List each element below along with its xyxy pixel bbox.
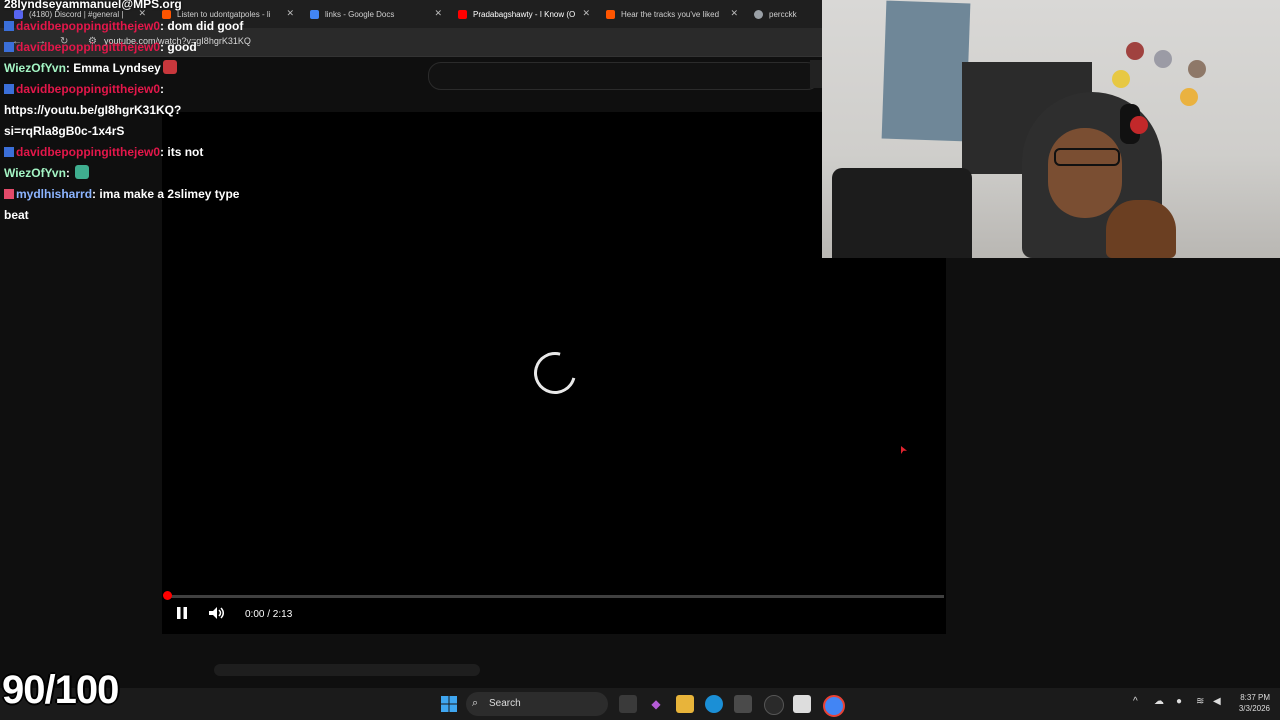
plush-toy <box>1112 70 1130 88</box>
youtube-icon <box>458 9 467 19</box>
tab-label: Pradabagshawty - I Know (O <box>473 9 576 19</box>
plush-toy <box>1188 60 1206 78</box>
tab-label: percckk <box>769 9 797 19</box>
chat-badge-icon <box>4 147 14 157</box>
wall-banner <box>881 0 971 142</box>
emote-icon <box>162 60 177 74</box>
chat-badge-icon <box>4 84 14 94</box>
chat-message: davidbepoppingitthejew0: <box>4 79 304 100</box>
close-icon[interactable]: ✕ <box>730 8 738 19</box>
chat-text: Emma Lyndsey <box>73 61 161 75</box>
chat-message: WiezOfYvn: <box>4 163 304 184</box>
speaker-icon[interactable]: ◀ <box>1213 696 1221 707</box>
score-overlay: 90/100 <box>2 668 119 712</box>
chat-username: davidbepoppingitthejew0 <box>16 40 161 54</box>
chat-text: good <box>167 40 197 54</box>
youtube-search-box[interactable] <box>428 62 820 90</box>
chat-text: its not <box>167 145 204 159</box>
chat-message: davidbepoppingitthejew0: its not <box>4 142 304 163</box>
webcam-feed <box>822 0 1280 258</box>
chevron-up-icon[interactable]: ^ <box>1133 696 1138 707</box>
cloud-icon[interactable]: ☁ <box>1154 696 1164 707</box>
tab-label: links - Google Docs <box>325 9 395 19</box>
close-icon[interactable]: ✕ <box>582 8 590 19</box>
youtube-search-button[interactable] <box>810 60 822 88</box>
task-view-icon[interactable] <box>619 695 637 713</box>
start-button[interactable] <box>440 695 458 713</box>
chat-message: WiezOfYvn: Emma Lyndsey <box>4 58 304 79</box>
chat-text: dom did goof <box>167 19 244 33</box>
tab-percckk[interactable]: percckk <box>754 4 818 24</box>
chat-message: davidbepoppingitthejew0: good <box>4 37 304 58</box>
plush-toy <box>1154 50 1172 68</box>
chat-username: mydlhisharrd <box>16 187 93 201</box>
youtube-chip-bar <box>214 664 480 676</box>
streamer-face <box>1048 128 1122 218</box>
chat-username: davidbepoppingitthejew0 <box>16 19 161 33</box>
copilot-icon[interactable]: ◆ <box>647 695 665 713</box>
emote-icon <box>75 165 90 179</box>
windows-logo-icon <box>441 696 457 712</box>
time-display: 0:00 / 2:13 <box>245 609 293 620</box>
google-docs-icon <box>310 9 319 19</box>
plush-toy <box>1180 88 1198 106</box>
volume-button[interactable] <box>208 606 226 623</box>
windows-taskbar: ⌕ Search ◆ ^ ☁ ● ≋ ◀ 8:37 PM 3/3/2026 <box>0 688 1280 720</box>
search-icon: ⌕ <box>472 697 479 709</box>
chat-badge-icon <box>4 21 14 31</box>
tab-google-docs[interactable]: links - Google Docs ✕ <box>310 4 442 24</box>
pause-button[interactable] <box>176 606 188 623</box>
volume-icon <box>209 607 224 619</box>
plush-toy <box>1130 116 1148 134</box>
tab-label: Hear the tracks you've liked <box>621 9 720 19</box>
chat-message-continuation: https://youtu.be/gI8hgrK31KQ? <box>4 103 182 117</box>
microphone-icon[interactable]: ● <box>1176 696 1182 707</box>
soundcloud-icon <box>606 9 615 19</box>
progress-bar[interactable] <box>168 595 944 598</box>
taskbar-clock[interactable]: 8:37 PM 3/3/2026 <box>1230 692 1270 714</box>
close-icon[interactable]: ✕ <box>434 8 442 19</box>
plush-toy <box>1126 42 1144 60</box>
chat-message: davidbepoppingitthejew0: dom did goof <box>4 16 304 37</box>
store-icon[interactable] <box>734 695 752 713</box>
taskbar-search[interactable]: ⌕ Search <box>466 692 608 716</box>
clock-time: 8:37 PM <box>1240 693 1270 702</box>
chat-message-continuation: beat <box>4 208 29 222</box>
chrome-icon[interactable] <box>823 695 845 717</box>
chat-username: WiezOfYvn <box>4 166 66 180</box>
wifi-icon[interactable]: ≋ <box>1196 696 1204 707</box>
chat-username: WiezOfYvn <box>4 61 66 75</box>
steam-icon[interactable] <box>764 695 784 715</box>
chair <box>832 168 972 258</box>
chat-message: mydlhisharrd: ima make a 2slimey type <box>4 184 304 205</box>
loading-spinner-icon <box>526 344 584 402</box>
pause-icon <box>177 607 187 619</box>
edge-icon[interactable] <box>705 695 723 713</box>
progress-scrubber[interactable] <box>163 591 172 600</box>
chat-badge-icon <box>4 189 14 199</box>
tab-soundcloud-likes[interactable]: Hear the tracks you've liked ✕ <box>606 4 738 24</box>
chat-username: davidbepoppingitthejew0 <box>16 145 161 159</box>
chat-text: ima make a 2slimey type <box>99 187 240 201</box>
tab-youtube[interactable]: Pradabagshawty - I Know (O ✕ <box>458 4 590 24</box>
chat-overlay: davidbepoppingitthejew0: dom did goof da… <box>4 16 304 226</box>
glasses <box>1054 148 1120 166</box>
overlay-email: 28lyndseyammanuel@MPS.org <box>4 0 182 11</box>
chat-badge-icon <box>4 42 14 52</box>
roblox-icon[interactable] <box>793 695 811 713</box>
chat-username: davidbepoppingitthejew0 <box>16 82 161 96</box>
streamer-hand <box>1106 200 1176 258</box>
chat-message-continuation: si=rqRla8gB0c-1x4rS <box>4 124 125 138</box>
globe-icon <box>754 9 763 19</box>
taskbar-search-label: Search <box>489 698 521 709</box>
file-explorer-icon[interactable] <box>676 695 694 713</box>
clock-date: 3/3/2026 <box>1238 704 1270 713</box>
